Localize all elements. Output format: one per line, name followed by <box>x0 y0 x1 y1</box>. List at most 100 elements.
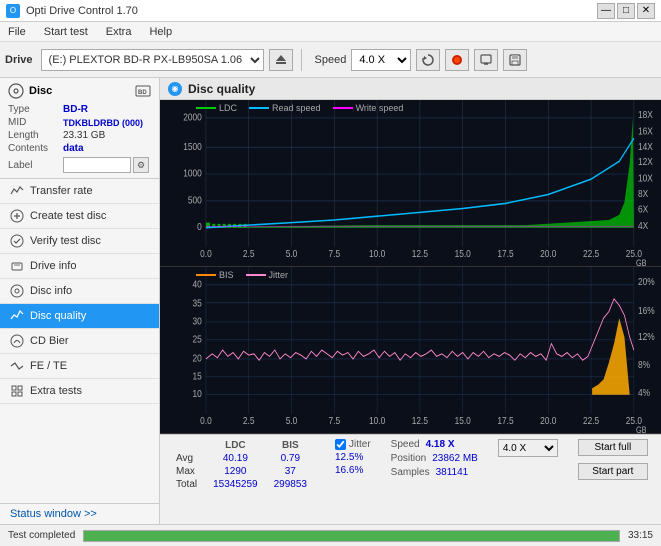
write-speed-legend-item: Write speed <box>333 103 404 113</box>
disc-mid-row: MID TDKBLDRBD (000) <box>8 117 151 128</box>
progress-bar-fill <box>84 531 619 541</box>
sidebar: Disc BD Type BD-R MID TDKBLDRBD (000) Le… <box>0 78 160 524</box>
sidebar-item-drive-info[interactable]: Drive info <box>0 254 159 279</box>
status-text: Test completed <box>8 530 75 541</box>
disc-length-key: Length <box>8 130 63 141</box>
svg-text:15.0: 15.0 <box>455 248 471 259</box>
close-button[interactable]: ✕ <box>637 3 655 19</box>
disc-label-btn[interactable]: ⚙ <box>133 157 149 173</box>
avg-label: Avg <box>168 452 205 465</box>
svg-text:20.0: 20.0 <box>540 415 556 426</box>
svg-text:25: 25 <box>192 334 201 345</box>
sidebar-item-cd-bier[interactable]: CD Bier <box>0 329 159 354</box>
disc-quality-icon <box>10 309 24 323</box>
stats-row-avg: Avg 40.19 0.79 <box>168 452 315 465</box>
samples-key: Samples <box>391 467 430 478</box>
speed-select-section: 4.0 X <box>498 439 558 457</box>
svg-text:500: 500 <box>188 195 202 206</box>
ldc-legend-item: LDC <box>196 103 237 113</box>
svg-text:0.0: 0.0 <box>200 415 212 426</box>
svg-text:10X: 10X <box>638 173 654 184</box>
disc-mid-key: MID <box>8 117 63 128</box>
jitter-avg-val: 12.5% <box>335 452 363 463</box>
stats-row-total: Total 15345259 299853 <box>168 478 315 491</box>
disc-contents-row: Contents data <box>8 143 151 154</box>
settings-button2[interactable] <box>474 49 498 71</box>
test-speed-select[interactable]: 4.0 X <box>498 439 558 457</box>
status-window-button[interactable]: Status window >> <box>0 503 159 524</box>
svg-text:5.0: 5.0 <box>286 415 298 426</box>
svg-text:22.5: 22.5 <box>583 415 599 426</box>
disc-contents-key: Contents <box>8 143 63 154</box>
content-area: ◉ Disc quality LDC Read speed <box>160 78 661 524</box>
sidebar-item-create-test-disc[interactable]: Create test disc <box>0 204 159 229</box>
svg-text:6X: 6X <box>638 204 649 215</box>
svg-text:20%: 20% <box>638 276 655 287</box>
position-val: 23862 MB <box>432 453 478 464</box>
speed-label: Speed <box>315 54 347 66</box>
disc-length-row: Length 23.31 GB <box>8 130 151 141</box>
sidebar-item-fe-te[interactable]: FE / TE <box>0 354 159 379</box>
svg-text:17.5: 17.5 <box>497 415 513 426</box>
write-speed-legend-label: Write speed <box>356 103 404 113</box>
drive-select[interactable]: (E:) PLEXTOR BD-R PX-LB950SA 1.06 <box>41 49 264 71</box>
jitter-row: Jitter <box>335 439 371 450</box>
maximize-button[interactable]: □ <box>617 3 635 19</box>
titlebar-controls[interactable]: — □ ✕ <box>597 3 655 19</box>
ldc-legend-color <box>196 107 216 109</box>
sidebar-item-disc-quality[interactable]: Disc quality <box>0 304 159 329</box>
svg-text:4X: 4X <box>638 220 649 231</box>
app-title: Opti Drive Control 1.70 <box>26 5 138 17</box>
sidebar-item-transfer-rate[interactable]: Transfer rate <box>0 179 159 204</box>
chart1-legend: LDC Read speed Write speed <box>190 101 409 115</box>
samples-row: Samples 381141 <box>391 467 478 478</box>
disc-label-key: Label <box>8 160 63 171</box>
chart1-svg: 2000 1500 1000 500 0 18X 16X 14X 12X 10X… <box>160 100 661 266</box>
disc-header: Disc BD <box>8 83 151 99</box>
bis-legend-label: BIS <box>219 270 234 280</box>
jitter-section: Jitter 12.5% 16.6% <box>335 439 371 476</box>
sidebar-item-verify-test-disc[interactable]: Verify test disc <box>0 229 159 254</box>
sidebar-label-drive-info: Drive info <box>30 260 76 272</box>
col-header-bis: BIS <box>266 439 315 452</box>
progress-bar-container <box>83 530 620 542</box>
speed-row: Speed 4.18 X <box>391 439 478 450</box>
svg-text:16X: 16X <box>638 126 654 137</box>
sidebar-item-disc-info[interactable]: Disc info <box>0 279 159 304</box>
total-ldc: 15345259 <box>205 478 266 491</box>
sidebar-label-extra-tests: Extra tests <box>30 385 82 397</box>
jitter-checkbox[interactable] <box>335 439 346 450</box>
save-button[interactable] <box>503 49 527 71</box>
eject-button[interactable] <box>269 49 293 71</box>
minimize-button[interactable]: — <box>597 3 615 19</box>
svg-text:14X: 14X <box>638 141 654 152</box>
menu-start-test[interactable]: Start test <box>40 25 92 39</box>
svg-text:8X: 8X <box>638 188 649 199</box>
total-label: Total <box>168 478 205 491</box>
speed-select[interactable]: 4.0 X <box>351 49 411 71</box>
disc-length-val: 23.31 GB <box>63 130 105 141</box>
disc-label-input[interactable] <box>63 157 131 173</box>
ldc-legend-label: LDC <box>219 103 237 113</box>
start-part-button[interactable]: Start part <box>578 463 648 480</box>
status-window-label: Status window >> <box>10 508 97 520</box>
settings-button1[interactable] <box>445 49 469 71</box>
disc-type-key: Type <box>8 104 63 115</box>
main-area: Disc BD Type BD-R MID TDKBLDRBD (000) Le… <box>0 78 661 524</box>
total-bis: 299853 <box>266 478 315 491</box>
statusbar: Test completed 33:15 <box>0 524 661 546</box>
svg-text:2.5: 2.5 <box>243 248 255 259</box>
disc-type-row: Type BD-R <box>8 104 151 115</box>
sidebar-item-extra-tests[interactable]: Extra tests <box>0 379 159 404</box>
menu-extra[interactable]: Extra <box>102 25 136 39</box>
stats-table: LDC BIS Avg 40.19 0.79 Max 1290 <box>168 439 315 491</box>
sidebar-label-create-test-disc: Create test disc <box>30 210 106 222</box>
menu-help[interactable]: Help <box>145 25 176 39</box>
start-full-button[interactable]: Start full <box>578 439 648 456</box>
cd-bier-icon <box>10 334 24 348</box>
menu-file[interactable]: File <box>4 25 30 39</box>
read-speed-legend-label: Read speed <box>272 103 321 113</box>
refresh-button[interactable] <box>416 49 440 71</box>
disc-icon <box>8 83 24 99</box>
svg-text:20: 20 <box>192 353 201 364</box>
